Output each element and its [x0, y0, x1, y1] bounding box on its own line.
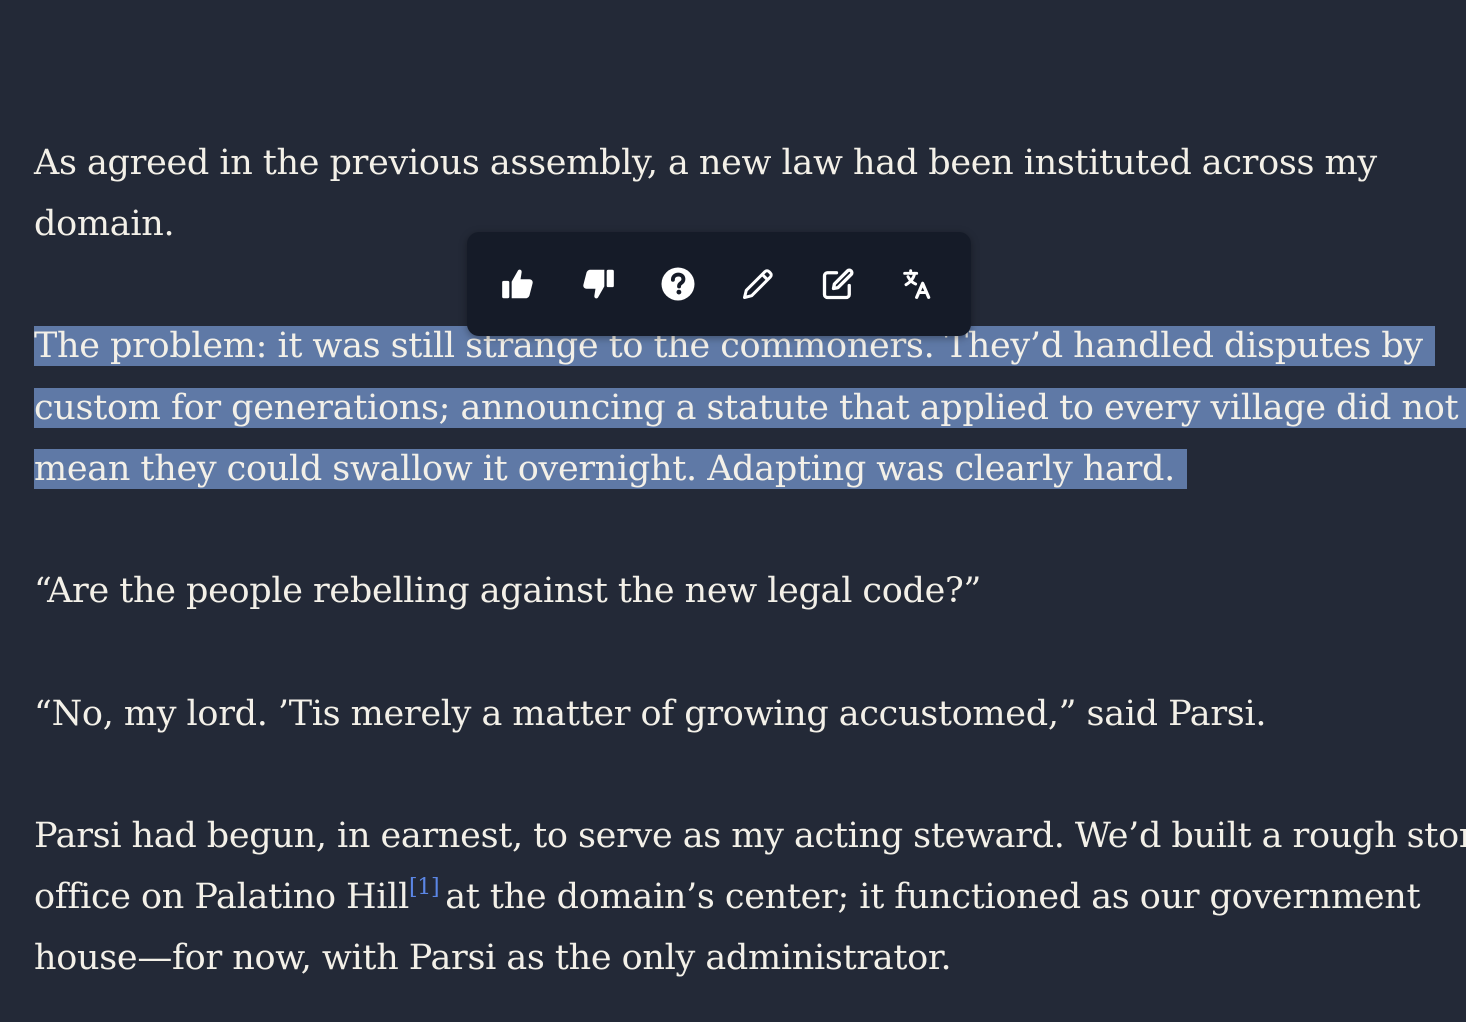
paragraph-text: at the domain’s center; it functioned as…: [445, 877, 1421, 917]
paragraph-text: office on Palatino Hill: [34, 877, 409, 917]
dialogue-line: “No, my lord. ’Tis merely a matter of gr…: [34, 694, 1267, 734]
selection-toolbar: [467, 232, 971, 336]
thumbs-up-icon: [502, 269, 533, 299]
selected-text[interactable]: custom for generations; announcing a sta…: [34, 388, 1466, 428]
edit-note-button[interactable]: [818, 264, 858, 304]
footnote-link[interactable]: [1]: [409, 875, 440, 900]
paragraph-line: Parsi had begun, in earnest, to serve as…: [34, 816, 1466, 856]
paragraph-line: office on Palatino Hill[1] at the domain’…: [34, 866, 1421, 928]
selected-text[interactable]: mean they could swallow it overnight. Ad…: [34, 449, 1187, 489]
thumbs-up-button[interactable]: [498, 264, 538, 304]
paragraph-line: domain.: [34, 204, 175, 244]
translate-icon: [903, 269, 931, 299]
thumbs-down-button[interactable]: [578, 264, 618, 304]
paragraph-line: As agreed in the previous assembly, a ne…: [34, 143, 1377, 183]
pencil-button[interactable]: [738, 264, 778, 304]
question-button[interactable]: [658, 264, 698, 304]
selected-paragraph-line[interactable]: mean they could swallow it overnight. Ad…: [34, 438, 1187, 500]
selected-paragraph-line[interactable]: custom for generations; announcing a sta…: [34, 377, 1466, 439]
paragraph-line: house—for now, with Parsi as the only ad…: [34, 938, 952, 978]
edit-square-icon: [822, 268, 854, 300]
pencil-icon: [743, 269, 773, 299]
thumbs-down-icon: [583, 269, 614, 299]
question-circle-icon: [661, 267, 695, 301]
dialogue-line: “Are the people rebelling against the ne…: [34, 571, 982, 611]
translate-button[interactable]: [898, 264, 938, 304]
